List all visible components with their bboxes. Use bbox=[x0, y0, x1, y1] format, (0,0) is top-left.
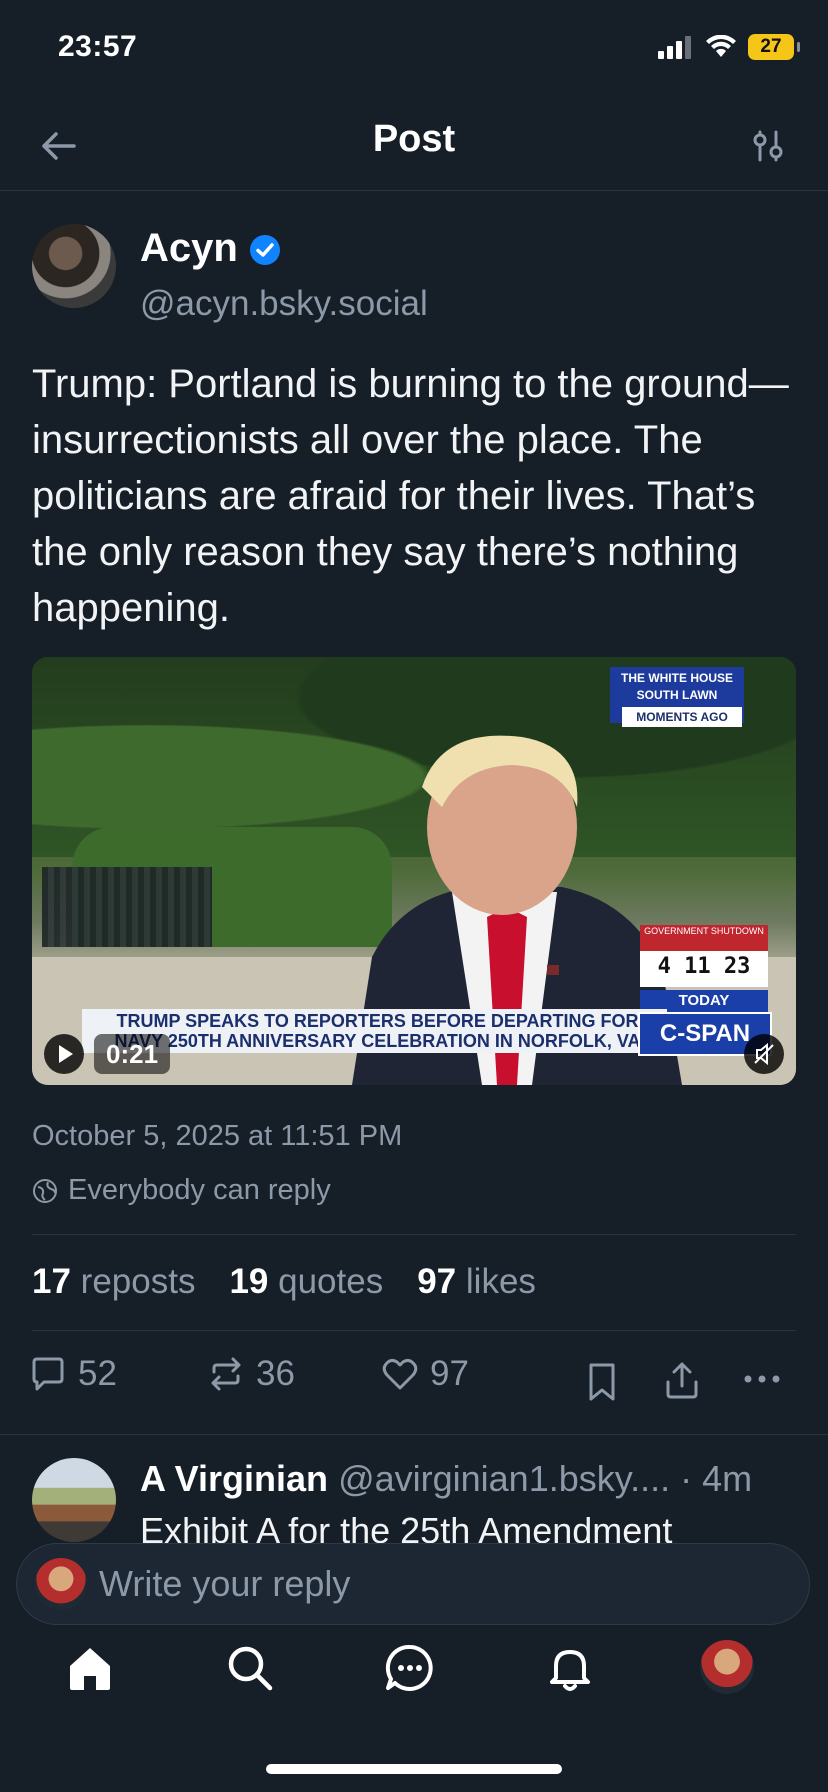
post-text: Trump: Portland is burning to the ground… bbox=[32, 362, 789, 630]
quotes-count: 19 bbox=[229, 1262, 269, 1301]
reply-permission: Everybody can reply bbox=[32, 1174, 331, 1207]
wifi-icon bbox=[706, 35, 736, 57]
battery-indicator: 27 bbox=[748, 34, 800, 60]
divider bbox=[32, 1330, 796, 1331]
likes-label: likes bbox=[465, 1262, 536, 1301]
divider bbox=[0, 1434, 828, 1435]
more-options-icon[interactable] bbox=[742, 1364, 782, 1394]
video-player[interactable]: THE WHITE HOUSE SOUTH LAWN MOMENTS AGO G… bbox=[32, 657, 796, 1085]
reply-count: 52 bbox=[78, 1354, 117, 1393]
header-bar: Post bbox=[0, 100, 828, 191]
divider bbox=[32, 1234, 796, 1235]
quotes-stat[interactable]: 19 quotes bbox=[229, 1262, 383, 1302]
reply-author-avatar[interactable] bbox=[32, 1458, 116, 1542]
reposts-label: reposts bbox=[80, 1262, 196, 1301]
reposts-stat[interactable]: 17 reposts bbox=[32, 1262, 195, 1302]
reply-header[interactable]: A Virginian @avirginian1.bsky.... · 4m bbox=[140, 1458, 752, 1500]
status-time: 23:57 bbox=[58, 30, 138, 63]
author-name[interactable]: Acyn bbox=[140, 226, 238, 271]
video-overlay-moments: MOMENTS AGO bbox=[622, 707, 742, 727]
status-icons: 27 bbox=[658, 34, 800, 60]
reply-author-handle: @avirginian1.bsky.... bbox=[338, 1458, 671, 1499]
like-button[interactable]: 97 bbox=[380, 1354, 469, 1394]
reposts-count: 17 bbox=[32, 1262, 71, 1301]
video-bench bbox=[42, 867, 212, 947]
repost-icon bbox=[211, 1357, 241, 1391]
reply-composer[interactable] bbox=[16, 1543, 810, 1625]
page-title: Post bbox=[372, 118, 456, 160]
reply-input[interactable] bbox=[99, 1544, 779, 1624]
reply-button[interactable]: 52 bbox=[28, 1354, 117, 1394]
mute-icon[interactable] bbox=[744, 1034, 784, 1074]
comment-icon bbox=[32, 1357, 64, 1391]
like-count: 97 bbox=[430, 1354, 469, 1393]
video-duration: 0:21 bbox=[94, 1034, 171, 1074]
engagement-stats: 17 reposts 19 quotes 97 likes bbox=[32, 1262, 536, 1302]
reply-permission-label: Everybody can reply bbox=[68, 1174, 331, 1206]
likes-stat[interactable]: 97 likes bbox=[417, 1262, 536, 1302]
video-overlay-shutdown-label: GOVERNMENT SHUTDOWN bbox=[640, 925, 768, 951]
author-avatar[interactable] bbox=[32, 224, 116, 308]
share-icon[interactable] bbox=[662, 1358, 702, 1402]
home-icon[interactable] bbox=[62, 1640, 118, 1696]
play-icon[interactable] bbox=[44, 1034, 84, 1074]
quotes-label: quotes bbox=[278, 1262, 384, 1301]
heart-icon bbox=[382, 1358, 418, 1390]
post-date: October 5, 2025 at 11:51 PM bbox=[32, 1120, 403, 1152]
reply-time: · 4m bbox=[680, 1458, 753, 1499]
author-handle[interactable]: @acyn.bsky.social bbox=[140, 284, 428, 324]
bottom-tab-bar bbox=[0, 1640, 828, 1730]
profile-tab[interactable] bbox=[700, 1640, 756, 1696]
home-indicator bbox=[266, 1764, 562, 1774]
repost-button[interactable]: 36 bbox=[206, 1354, 295, 1394]
video-overlay-headline: TRUMP SPEAKS TO REPORTERS BEFORE DEPARTI… bbox=[114, 1011, 641, 1051]
search-icon[interactable] bbox=[222, 1640, 278, 1696]
globe-icon bbox=[33, 1178, 57, 1203]
signal-icon bbox=[658, 36, 691, 59]
bookmark-icon[interactable] bbox=[584, 1360, 620, 1404]
bell-icon[interactable] bbox=[542, 1640, 598, 1696]
reply-text[interactable]: Exhibit A for the 25th Amendment bbox=[140, 1510, 820, 1544]
repost-count: 36 bbox=[256, 1354, 295, 1393]
chat-icon[interactable] bbox=[382, 1640, 438, 1696]
video-overlay-shutdown-count: 4 11 23 bbox=[640, 951, 768, 987]
reply-author-name: A Virginian bbox=[140, 1458, 329, 1499]
likes-count: 97 bbox=[417, 1262, 457, 1301]
sliders-icon[interactable] bbox=[748, 122, 788, 170]
verified-badge-icon bbox=[250, 235, 280, 265]
profile-avatar bbox=[700, 1640, 754, 1694]
post-actions: 52 36 97 bbox=[28, 1354, 792, 1410]
composer-avatar bbox=[35, 1558, 87, 1610]
